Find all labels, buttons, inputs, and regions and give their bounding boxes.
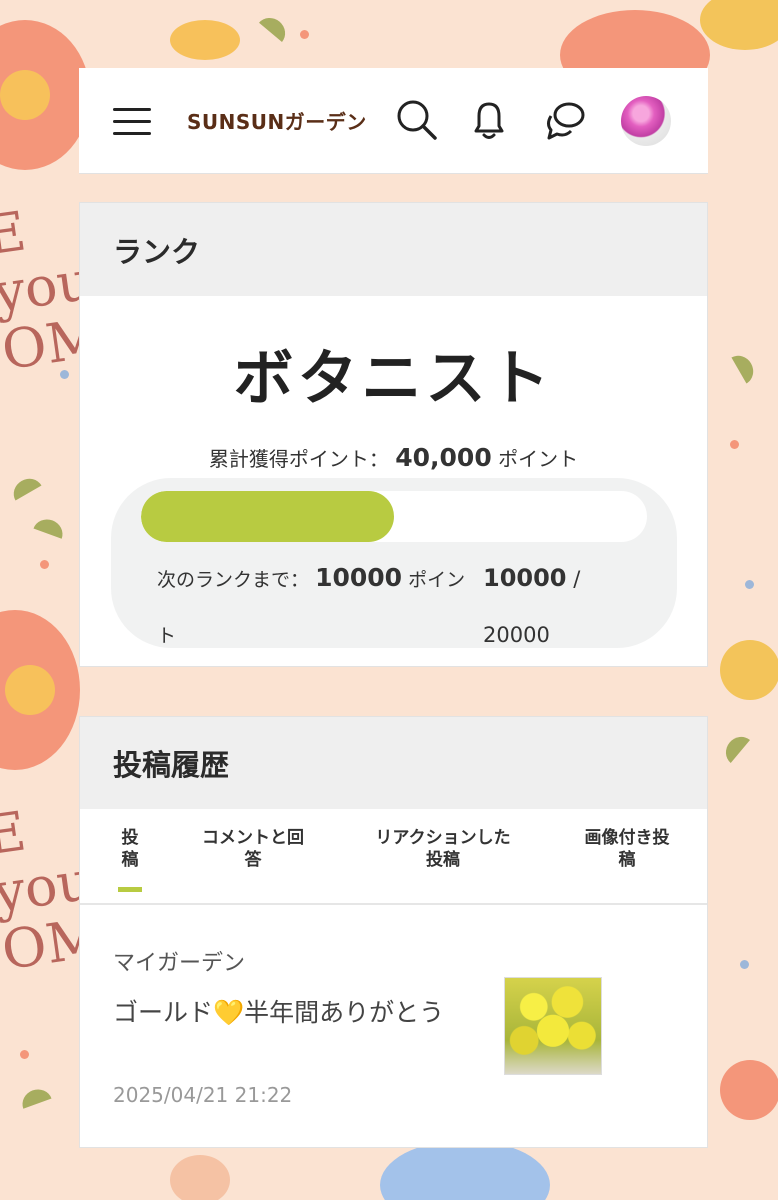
tab-posts[interactable]: 投 稿 xyxy=(118,827,142,892)
post-history-tabs: 投 稿 コメントと回 答 リアクションした 投稿 画像付き投 稿 xyxy=(80,809,707,905)
rank-progress-bar xyxy=(141,491,647,542)
next-rank-label: 次のランクまで： xyxy=(157,569,310,591)
chat-icon[interactable] xyxy=(543,98,587,142)
rank-section-title: ランク xyxy=(80,203,707,296)
post-history-title: 投稿履歴 xyxy=(80,717,707,809)
next-rank-info: 次のランクまで： 10000 ポイント xyxy=(157,550,477,664)
avatar[interactable] xyxy=(621,96,671,146)
total-points-value: 40,000 xyxy=(395,443,492,472)
post-title[interactable]: ゴールド💛半年間ありがとう xyxy=(113,990,463,1036)
tab-comments-answers[interactable]: コメントと回 答 xyxy=(190,827,316,871)
search-icon[interactable] xyxy=(395,98,439,142)
rank-card: ランク ボタニスト 累計獲得ポイント： 40,000 ポイント 次のランクまで：… xyxy=(79,202,708,667)
bell-icon[interactable] xyxy=(467,98,511,142)
rank-progress-fill xyxy=(141,491,394,542)
next-rank-value: 10000 xyxy=(315,563,403,592)
rank-name: ボタニスト xyxy=(233,344,554,414)
app-logo[interactable]: SUNSUNガーデン xyxy=(187,106,367,135)
tab-reacted-posts[interactable]: リアクションした 投稿 xyxy=(363,827,523,871)
total-points-label: 累計獲得ポイント： xyxy=(208,447,389,471)
menu-icon[interactable] xyxy=(113,108,151,136)
total-points: 累計獲得ポイント： 40,000 ポイント xyxy=(80,443,707,472)
progress-target: 20000 xyxy=(483,623,550,647)
post-list-item[interactable]: マイガーデン ゴールド💛半年間ありがとう 2025/04/21 21:22 xyxy=(80,905,707,1147)
post-category: マイガーデン xyxy=(113,951,246,976)
tab-image-posts[interactable]: 画像付き投 稿 xyxy=(572,827,682,871)
post-thumbnail[interactable] xyxy=(504,977,602,1075)
progress-separator: / xyxy=(573,567,581,591)
app-header: SUNSUNガーデン xyxy=(79,68,708,174)
post-date: 2025/04/21 21:22 xyxy=(113,1083,293,1107)
progress-current: 10000 xyxy=(483,564,567,592)
rank-progress-panel: 次のランクまで： 10000 ポイント 10000 / 20000 xyxy=(111,478,677,648)
rank-progress-fraction: 10000 / 20000 xyxy=(483,550,603,663)
post-history-card: 投稿履歴 投 稿 コメントと回 答 リアクションした 投稿 画像付き投 稿 マイ… xyxy=(79,716,708,1148)
total-points-unit: ポイント xyxy=(498,447,579,471)
